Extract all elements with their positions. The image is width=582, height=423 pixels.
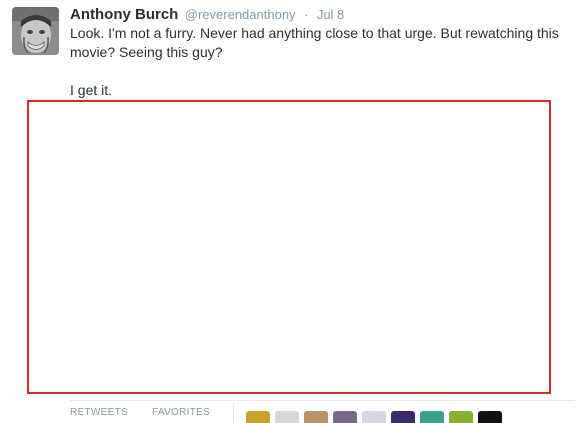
avatar-white-grey-icon[interactable]	[362, 411, 386, 423]
tweet-text: Look. I'm not a furry. Never had anythin…	[70, 24, 575, 100]
author-avatar[interactable]	[12, 7, 59, 55]
avatar-black-icon[interactable]	[478, 411, 502, 423]
avatar-dark-purple-icon[interactable]	[391, 411, 415, 423]
favoriter-avatars	[246, 411, 502, 423]
tweet-header: Anthony Burch @reverendanthony · Jul 8	[70, 6, 570, 24]
author-avatar-icon	[12, 7, 59, 55]
tweet-page: Anthony Burch @reverendanthony · Jul 8 L…	[0, 0, 582, 423]
avatar-light-grey-icon[interactable]	[275, 411, 299, 423]
avatar-yellow-dark-icon[interactable]	[246, 411, 270, 423]
avatar-tan-icon[interactable]	[304, 411, 328, 423]
tweet-text-paragraph-1: Look. I'm not a furry. Never had anythin…	[70, 25, 559, 60]
author-handle[interactable]: @reverendanthony	[185, 7, 296, 22]
avatar-green-yellow-icon[interactable]	[449, 411, 473, 423]
stats-vertical-divider	[233, 404, 234, 423]
tweet-text-paragraph-2: I get it.	[70, 82, 113, 98]
tweet-date[interactable]: Jul 8	[317, 7, 344, 22]
stats-divider	[70, 400, 575, 401]
avatar-purple-grey-icon[interactable]	[333, 411, 357, 423]
favorites-label[interactable]: FAVORITES	[152, 407, 210, 419]
tweet-media-highlight[interactable]	[27, 100, 551, 394]
retweets-label[interactable]: RETWEETS	[70, 407, 128, 419]
avatar-teal-icon[interactable]	[420, 411, 444, 423]
header-separator: ·	[304, 7, 309, 22]
author-name[interactable]: Anthony Burch	[70, 6, 178, 23]
